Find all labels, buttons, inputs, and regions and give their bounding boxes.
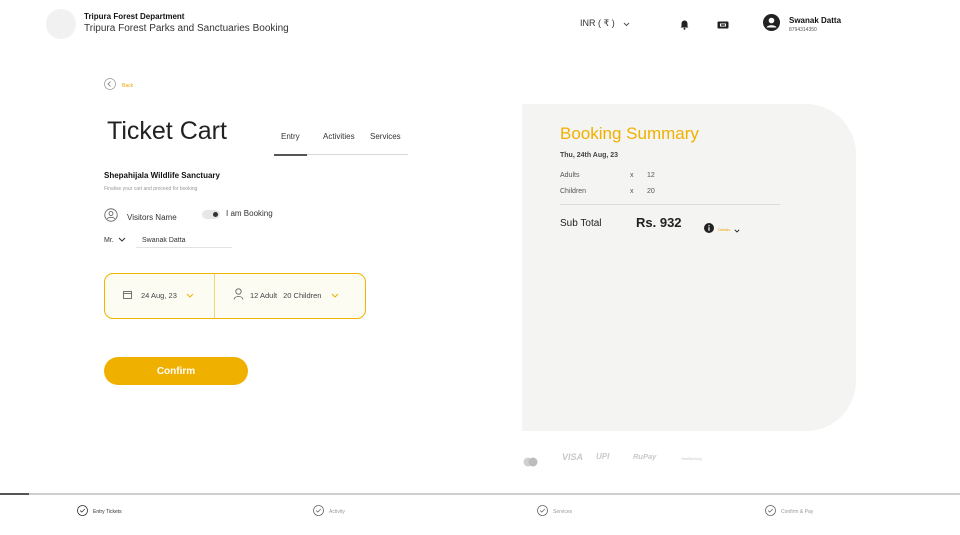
avatar-icon	[763, 14, 780, 36]
calendar-icon	[123, 290, 132, 301]
person-icon	[233, 288, 244, 302]
confirm-button[interactable]: Confirm	[104, 357, 248, 385]
summary-row-adults: Adults x 12	[560, 172, 655, 179]
org-subtitle: Tripura Forest Parks and Sanctuaries Boo…	[84, 23, 289, 34]
progress-bar	[0, 493, 960, 495]
progress-fill	[0, 493, 29, 495]
mastercard-logo	[523, 454, 538, 472]
user-phone: 8794314350	[789, 27, 817, 33]
chevron-down-icon	[331, 291, 339, 300]
bell-icon[interactable]	[680, 17, 689, 35]
chevron-down-icon	[734, 220, 740, 238]
step-label: Activity	[329, 508, 345, 515]
toggle-knob	[213, 212, 218, 217]
guests-select[interactable]: 12 Adult 20 Children	[233, 288, 339, 302]
row-multiplier: x	[630, 188, 634, 195]
visitor-name-input[interactable]	[136, 233, 232, 248]
step-activity[interactable]: Activity	[313, 505, 345, 518]
sanctuary-name: Shepahijala Wildlife Sanctuary	[104, 171, 220, 180]
tab-services[interactable]: Services	[370, 132, 401, 141]
visitors-row: Visitors Name	[104, 208, 177, 227]
step-label: Confirm & Pay	[781, 508, 814, 515]
row-multiplier: x	[630, 172, 634, 179]
chevron-down-icon	[623, 19, 630, 29]
details-label: Details	[718, 226, 731, 232]
check-circle-icon	[313, 505, 324, 518]
tab-bar: Entry Activities Services	[274, 130, 408, 156]
step-label: Entry Tickets	[93, 508, 122, 515]
booking-summary-panel: Booking Summary Thu, 24th Aug, 23 Adults…	[522, 104, 856, 431]
visa-logo: VISA	[562, 452, 584, 462]
page-title: Ticket Cart	[107, 117, 227, 145]
subtotal-label: Sub Total	[560, 218, 602, 229]
upi-logo: UPI	[596, 452, 610, 461]
org-block: Tripura Forest Department Tripura Forest…	[84, 12, 289, 35]
logo	[46, 9, 76, 39]
info-icon	[704, 220, 714, 238]
details-toggle[interactable]: Details	[704, 220, 740, 238]
user-circle-icon	[104, 208, 118, 227]
selector-divider	[214, 274, 215, 318]
date-select[interactable]: 24 Aug, 23	[123, 290, 194, 301]
back-arrow-icon	[104, 77, 116, 95]
tab-entry[interactable]: Entry	[281, 132, 300, 141]
ticket-icon[interactable]	[717, 17, 729, 35]
salutation-value: Mr.	[104, 237, 114, 244]
salutation-select[interactable]: Mr.	[104, 237, 126, 244]
back-label: Back	[122, 83, 134, 89]
chevron-down-icon	[118, 237, 126, 244]
chevron-down-icon	[186, 291, 194, 300]
step-confirm-pay[interactable]: Confirm & Pay	[765, 505, 813, 518]
check-circle-icon	[77, 505, 88, 518]
step-entry-tickets[interactable]: Entry Tickets	[77, 505, 122, 518]
rupay-logo: RuPay	[633, 452, 657, 461]
user-name: Swanak Datta	[789, 16, 842, 25]
check-circle-icon	[537, 505, 548, 518]
i-am-booking-toggle[interactable]	[202, 210, 220, 219]
visitors-name-label: Visitors Name	[127, 213, 177, 222]
step-services[interactable]: Services	[537, 505, 572, 518]
row-value: 12	[647, 172, 655, 179]
subtotal-amount: Rs. 932	[636, 215, 682, 230]
adults-value: 12 Adult	[250, 290, 278, 300]
row-label: Children	[560, 188, 587, 195]
currency-select[interactable]: INR ( ₹ )	[580, 18, 630, 29]
booking-selector: 24 Aug, 23 12 Adult 20 Children	[104, 273, 366, 319]
tab-activities[interactable]: Activities	[323, 132, 355, 141]
children-value: 20 Children	[283, 290, 322, 300]
active-tab-indicator	[274, 154, 307, 156]
user-profile[interactable]: Swanak Datta 8794314350	[763, 14, 841, 36]
i-am-booking-label: I am Booking	[226, 209, 273, 218]
org-title: Tripura Forest Department	[84, 12, 185, 21]
back-button[interactable]: Back	[104, 77, 133, 95]
row-label: Adults	[560, 172, 580, 179]
summary-divider	[560, 204, 780, 205]
summary-date: Thu, 24th Aug, 23	[560, 152, 619, 159]
check-circle-icon	[765, 505, 776, 518]
step-label: Services	[553, 508, 573, 515]
sanctuary-subtitle: Finalise your cart and proceed for booki…	[104, 186, 198, 192]
summary-title: Booking Summary	[560, 124, 699, 143]
netbanking-logo: NetBanking	[681, 456, 702, 461]
row-value: 20	[647, 188, 655, 195]
currency-label: INR ( ₹ )	[580, 18, 615, 28]
date-value: 24 Aug, 23	[141, 291, 177, 300]
summary-row-children: Children x 20	[560, 188, 655, 195]
